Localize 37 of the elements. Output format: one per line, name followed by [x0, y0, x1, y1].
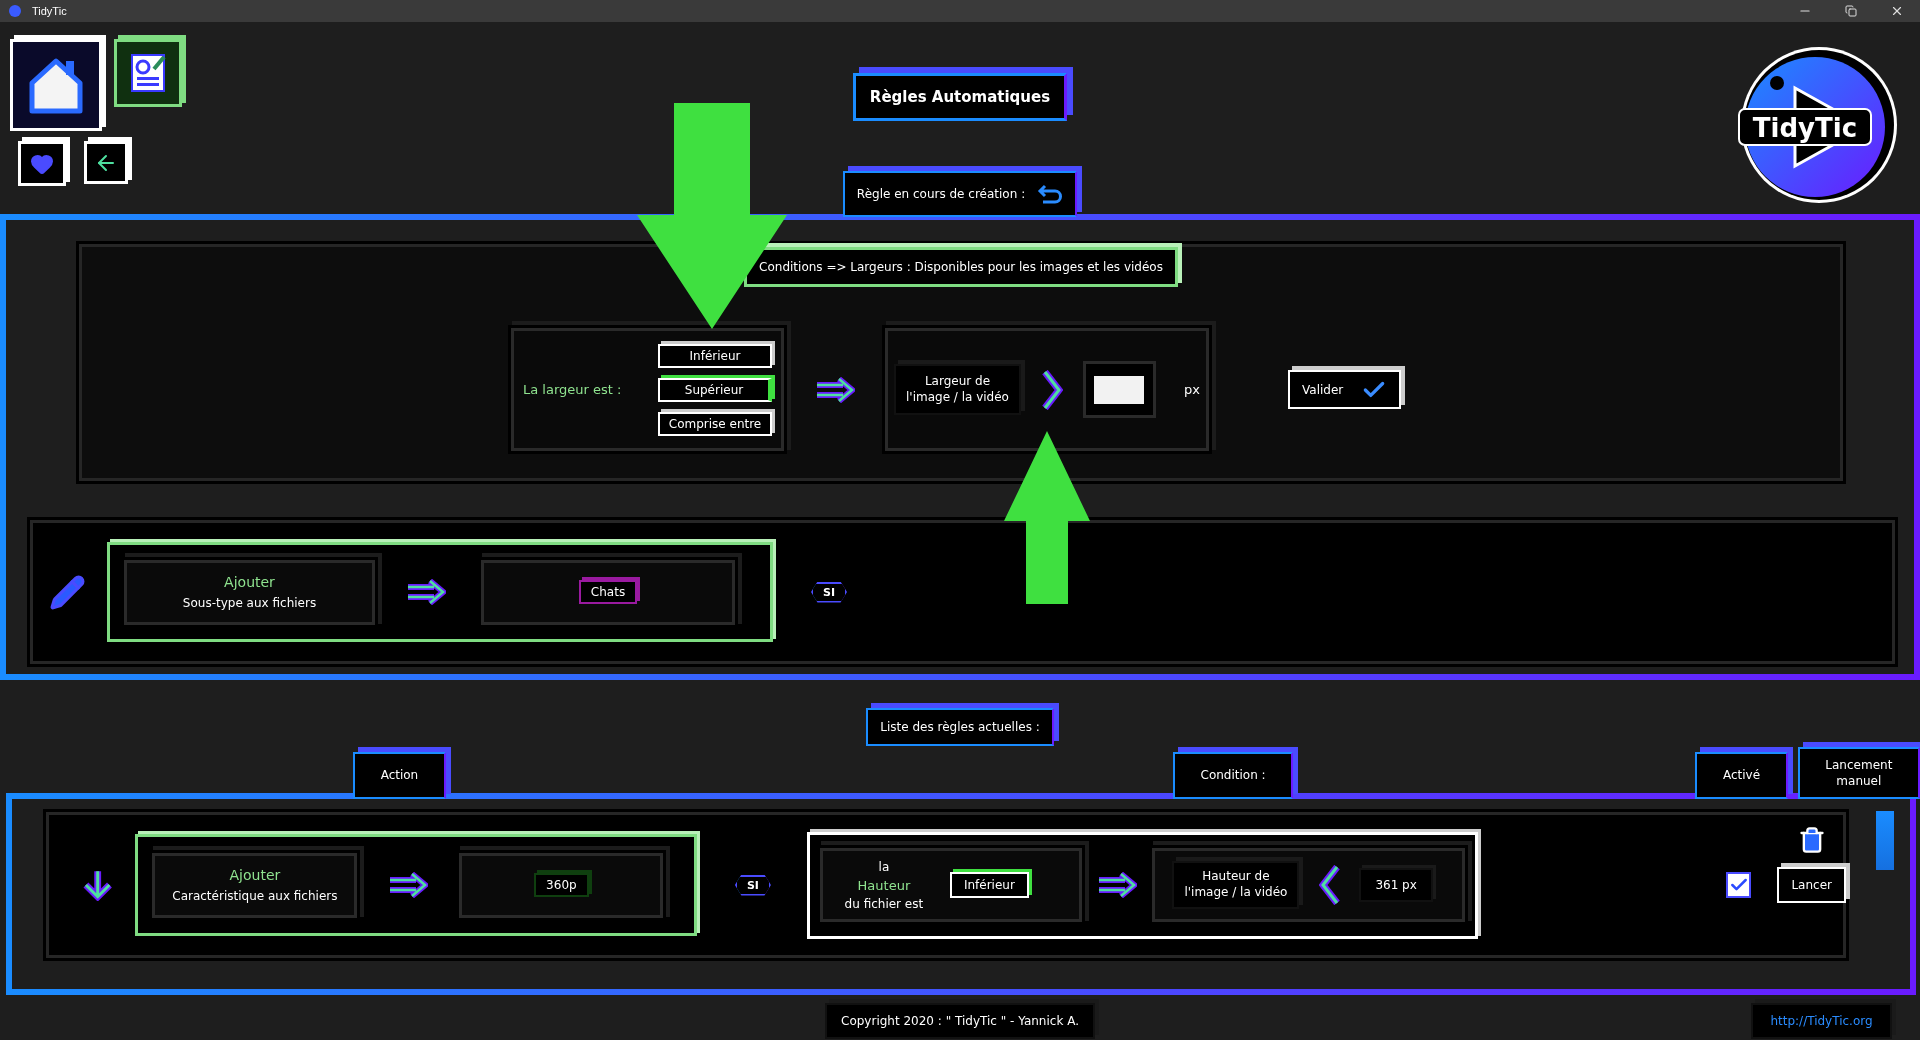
creation-label: Règle en cours de création :	[856, 187, 1026, 201]
pencil-icon[interactable]	[49, 573, 86, 611]
value-tag: 360p	[534, 873, 589, 897]
operator-label: Inférieur	[949, 872, 1029, 898]
si-badge: SI	[811, 581, 847, 603]
subtype-tag: Chats	[578, 580, 638, 604]
scrollbar-thumb[interactable]	[1876, 811, 1894, 870]
delete-button[interactable]	[1798, 826, 1826, 854]
app-icon	[8, 4, 22, 18]
down-arrow-icon[interactable]	[83, 869, 113, 901]
action-target: Caractéristique aux fichiers	[172, 889, 338, 903]
action-target: Sous-type aux fichiers	[182, 596, 317, 610]
double-arrow-icon	[388, 872, 429, 898]
window-title: TidyTic	[32, 5, 67, 17]
condition-article: la	[878, 859, 890, 874]
operator-option[interactable]: Comprise entre	[658, 411, 772, 436]
condition-property: Hauteur	[857, 877, 911, 893]
action-verb: Ajouter	[229, 867, 281, 883]
amount-label: 361 px	[1359, 868, 1433, 902]
condition-suffix: du fichier est	[844, 896, 924, 911]
unit-label: px	[1183, 382, 1200, 397]
undo-icon[interactable]	[1037, 183, 1064, 205]
right-chevron-icon	[1040, 369, 1063, 410]
value-field[interactable]	[1082, 361, 1156, 418]
double-arrow-icon	[1097, 872, 1138, 898]
operator-option[interactable]: Inférieur	[658, 343, 772, 368]
left-chevron-icon	[1319, 865, 1342, 905]
enabled-checkbox[interactable]	[1725, 872, 1752, 898]
condition-label: La largeur est :	[523, 382, 622, 397]
action-verb: Ajouter	[224, 574, 275, 590]
restore-icon	[1845, 5, 1857, 17]
double-arrow-icon	[815, 376, 855, 403]
si-badge: SI	[734, 874, 771, 896]
double-arrow-icon	[406, 579, 446, 605]
operator-option[interactable]: Supérieur	[658, 377, 772, 402]
trash-icon	[1798, 826, 1826, 854]
close-icon	[1890, 4, 1904, 18]
